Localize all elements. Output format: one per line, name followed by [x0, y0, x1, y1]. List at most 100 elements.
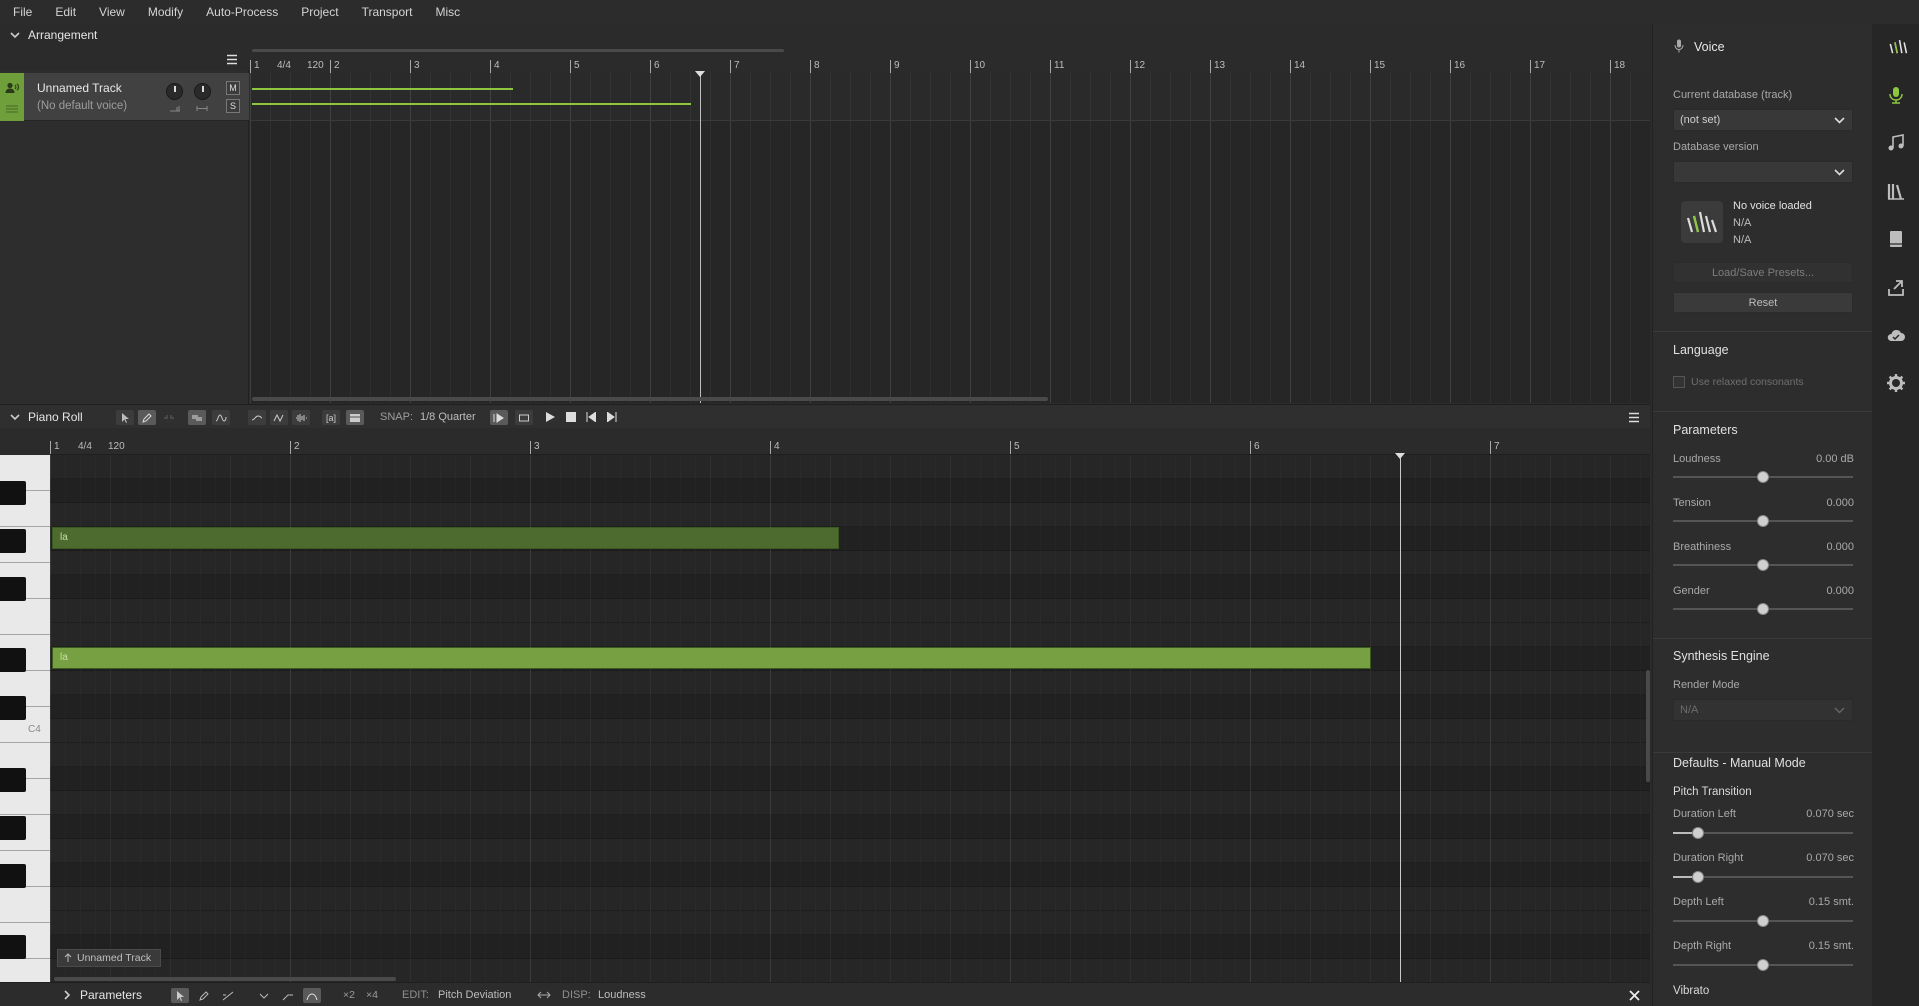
show-pitch-button[interactable]	[248, 410, 266, 425]
library-icon[interactable]	[1885, 180, 1907, 202]
param-ramp-button[interactable]	[279, 988, 297, 1003]
relaxed-consonants-checkbox[interactable]	[1673, 376, 1685, 388]
edit-param-select[interactable]: Pitch Deviation	[438, 989, 511, 1001]
piano-roll-h-scrollbar[interactable]	[54, 977, 396, 981]
depth-left-slider[interactable]	[1673, 915, 1853, 927]
drag-handle-icon[interactable]	[5, 104, 19, 114]
render-mode-select[interactable]: N/A	[1673, 699, 1853, 721]
arrangement-menu-icon[interactable]	[226, 54, 238, 65]
skip-back-icon[interactable]	[586, 412, 596, 422]
arrangement-header[interactable]: Arrangement	[8, 24, 97, 46]
breathiness-slider[interactable]	[1673, 559, 1853, 571]
piano-roll-ruler[interactable]: 1 4/4 120 2 3 4 5 6 7	[50, 437, 1650, 454]
piano-roll-v-scrollbar[interactable]	[1646, 670, 1650, 782]
black-key[interactable]	[0, 935, 26, 959]
duration-right-slider[interactable]	[1673, 871, 1853, 883]
param-smooth-button[interactable]	[303, 988, 321, 1003]
depth-right-slider[interactable]	[1673, 959, 1853, 971]
music-note-icon[interactable]	[1885, 132, 1907, 154]
arrangement-grid[interactable]	[250, 73, 1650, 403]
database-version-select[interactable]	[1673, 161, 1853, 183]
menu-transport[interactable]: Transport	[355, 5, 420, 19]
swap-icon[interactable]	[537, 991, 551, 999]
piano-keyboard[interactable]: C4	[0, 455, 50, 982]
white-key[interactable]	[0, 599, 50, 635]
group-note-line-1[interactable]	[252, 88, 513, 90]
note-2[interactable]: la	[52, 647, 1371, 669]
loudness-slider[interactable]	[1673, 471, 1853, 483]
white-key[interactable]	[0, 887, 50, 923]
menu-file[interactable]: File	[6, 5, 39, 19]
note-1[interactable]: la	[52, 527, 839, 549]
black-key[interactable]	[0, 481, 26, 505]
depth-left-thumb[interactable]	[1757, 915, 1769, 927]
param-line-button[interactable]	[219, 988, 237, 1003]
gender-slider[interactable]	[1673, 603, 1853, 615]
link-tool-button[interactable]	[160, 410, 178, 425]
export-icon[interactable]	[1885, 276, 1907, 298]
show-param-button[interactable]	[270, 410, 288, 425]
skip-forward-icon[interactable]	[607, 412, 617, 422]
play-icon[interactable]	[545, 412, 555, 422]
tension-slider-thumb[interactable]	[1757, 515, 1769, 527]
solo-button[interactable]: S	[226, 99, 240, 113]
arrangement-h-scrollbar-top[interactable]	[252, 49, 784, 52]
show-lyrics-button[interactable]: [a]	[322, 410, 340, 425]
menu-misc[interactable]: Misc	[428, 5, 467, 19]
logo-icon[interactable]	[1885, 36, 1911, 58]
piano-roll-grid[interactable]: la la Unnamed Track	[50, 455, 1650, 982]
black-key[interactable]	[0, 864, 26, 888]
ruler-time-signature[interactable]: 4/4	[277, 60, 291, 71]
black-key[interactable]	[0, 577, 26, 601]
book-icon[interactable]	[1885, 228, 1907, 250]
menu-auto-process[interactable]: Auto-Process	[199, 5, 285, 19]
piano-roll-header[interactable]: Piano Roll	[8, 406, 83, 428]
black-key[interactable]	[0, 768, 26, 792]
menu-view[interactable]: View	[92, 5, 132, 19]
black-key[interactable]	[0, 648, 26, 672]
black-key[interactable]	[0, 529, 26, 553]
playhead-marker-icon[interactable]	[695, 71, 705, 77]
disp-param-select[interactable]: Loudness	[598, 989, 646, 1001]
piano-roll-menu-icon[interactable]	[1628, 412, 1640, 423]
cloud-icon[interactable]	[1885, 324, 1907, 346]
show-phonemes-button[interactable]	[346, 410, 364, 425]
piano-roll-playhead[interactable]	[1400, 455, 1401, 982]
track-name[interactable]: Unnamed Track	[37, 81, 122, 95]
pr-ruler-tempo[interactable]: 120	[108, 441, 125, 452]
duration-left-slider[interactable]	[1673, 827, 1853, 839]
snap-select[interactable]: 1/8 Quarter	[420, 411, 476, 423]
select-tool-button[interactable]	[116, 410, 134, 425]
arrangement-ruler[interactable]: 1 4/4 120 2 3 4 5 6 7 8 9 10 11 12 13 14…	[250, 56, 1650, 73]
arrangement-h-scrollbar[interactable]	[252, 397, 1048, 401]
arrangement-playhead[interactable]	[700, 73, 701, 403]
loudness-slider-thumb[interactable]	[1757, 471, 1769, 483]
pitch-tool-button[interactable]	[212, 410, 230, 425]
database-select[interactable]: (not set)	[1673, 109, 1853, 131]
breathiness-slider-thumb[interactable]	[1757, 559, 1769, 571]
gear-icon[interactable]	[1885, 372, 1907, 394]
menu-project[interactable]: Project	[294, 5, 345, 19]
param-lower-button[interactable]	[255, 988, 273, 1003]
group-note-line-2[interactable]	[252, 103, 691, 105]
stop-icon[interactable]	[566, 412, 576, 422]
menu-edit[interactable]: Edit	[48, 5, 83, 19]
zoom-x4-button[interactable]: ×4	[366, 989, 378, 1001]
duration-left-thumb[interactable]	[1692, 827, 1705, 839]
scissors-tool-button[interactable]	[188, 410, 206, 425]
track-lane[interactable]	[250, 73, 1650, 121]
track-pan-knob[interactable]	[194, 83, 211, 100]
pen-tool-button[interactable]	[138, 410, 156, 425]
pr-ruler-time-signature[interactable]: 4/4	[78, 441, 92, 452]
black-key[interactable]	[0, 696, 26, 720]
param-pen-button[interactable]	[195, 988, 213, 1003]
reset-button[interactable]: Reset	[1673, 292, 1853, 313]
current-track-chip[interactable]: Unnamed Track	[57, 949, 161, 967]
follow-playhead-button[interactable]	[490, 410, 508, 425]
pr-playhead-marker-icon[interactable]	[1395, 453, 1405, 459]
mute-button[interactable]: M	[226, 81, 240, 95]
microphone-icon[interactable]	[1885, 84, 1907, 106]
zoom-x2-button[interactable]: ×2	[343, 989, 355, 1001]
loop-button[interactable]	[515, 410, 533, 425]
close-icon[interactable]	[1629, 990, 1640, 1001]
